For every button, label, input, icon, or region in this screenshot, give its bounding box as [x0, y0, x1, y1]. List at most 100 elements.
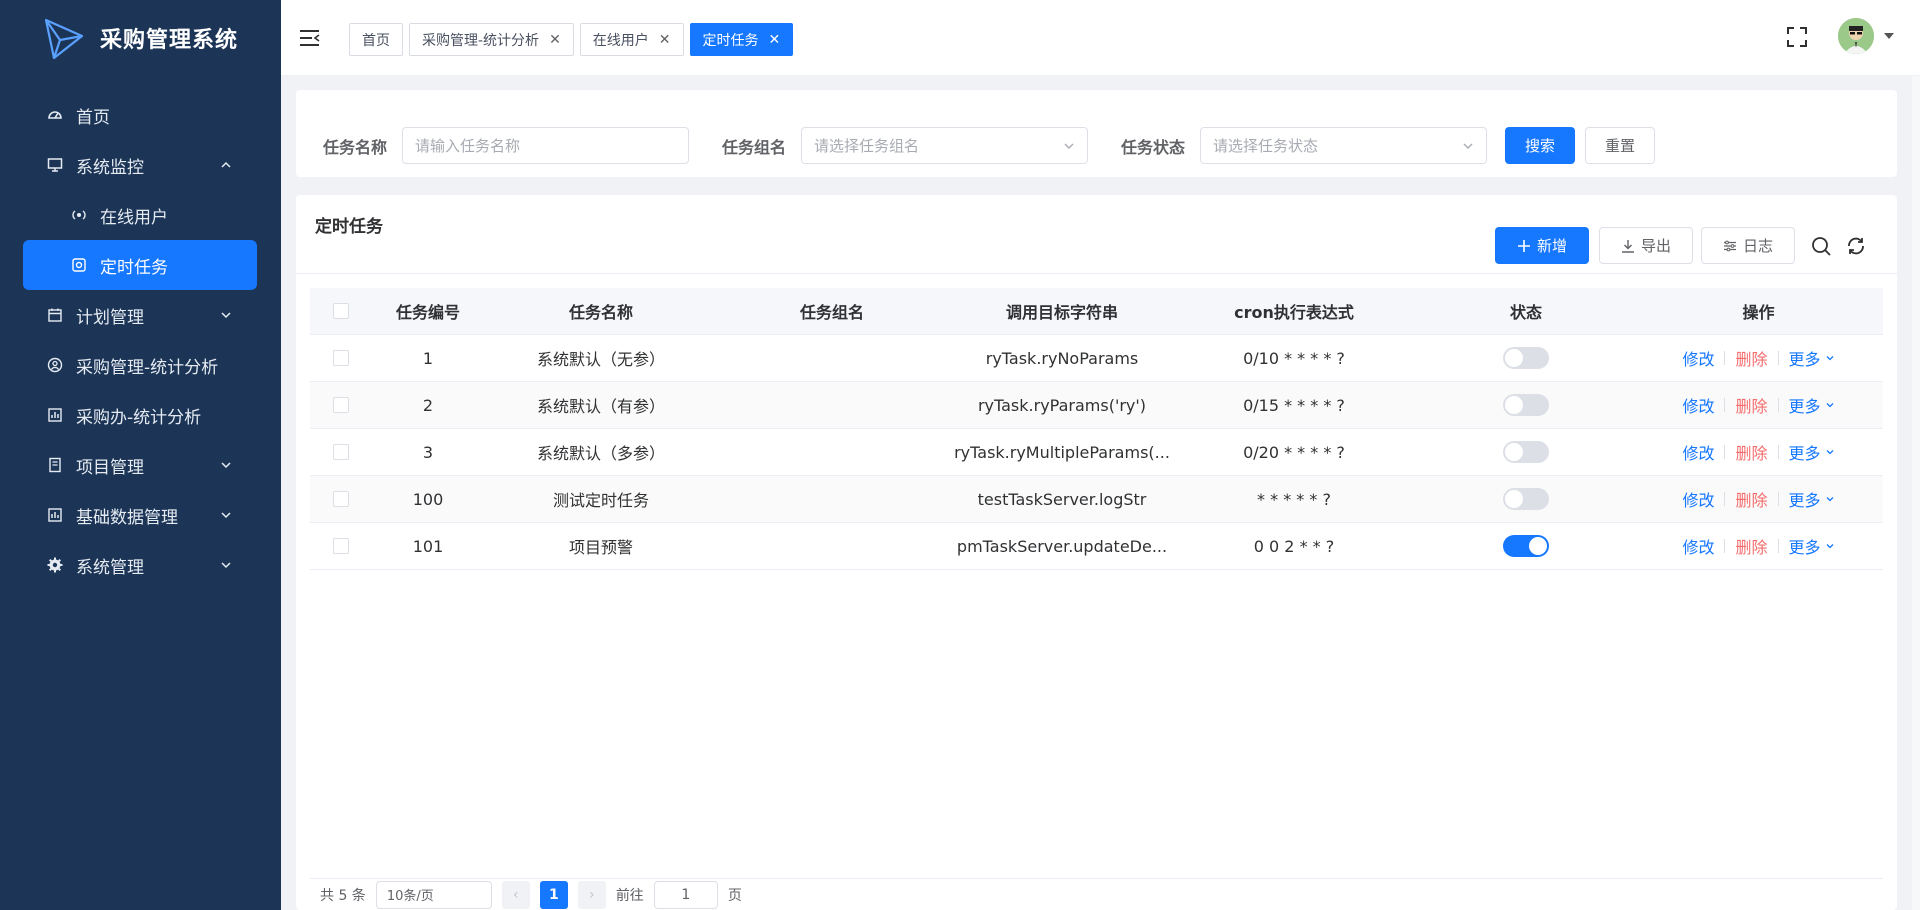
status-switch[interactable]: [1503, 347, 1549, 369]
edit-link[interactable]: 修改: [1682, 393, 1714, 417]
job-name-label: 任务名称: [323, 138, 388, 157]
refresh-icon[interactable]: [1845, 235, 1867, 257]
sidebar-item-home[interactable]: 首页: [0, 90, 281, 140]
caret-down-icon[interactable]: [1884, 33, 1894, 39]
more-label: 更多: [1788, 350, 1821, 369]
job-name-input[interactable]: 请输入任务名称: [402, 127, 689, 164]
status-switch[interactable]: [1503, 441, 1549, 463]
header-cell: 状态: [1509, 303, 1542, 322]
table-row: 2 系统默认（有参） ryTask.ryParams('ry') 0/15 * …: [310, 382, 1883, 429]
tab-online-users[interactable]: 在线用户 ✕: [579, 23, 684, 56]
sidebar-item-plan-management[interactable]: 计划管理: [0, 290, 281, 340]
edit-link[interactable]: 修改: [1682, 534, 1714, 558]
tab-procurement-stats[interactable]: 采购管理-统计分析 ✕: [409, 23, 574, 56]
edit-link[interactable]: 修改: [1682, 346, 1714, 370]
tab-label: 定时任务: [702, 32, 759, 49]
op-divider: [1724, 492, 1726, 506]
sidebar-item-online-users[interactable]: 在线用户: [0, 190, 281, 240]
chevron-up-icon: [221, 161, 231, 168]
next-page-button[interactable]: ›: [577, 880, 606, 909]
job-status-select[interactable]: 请选择任务状态: [1200, 127, 1487, 164]
op-divider: [1724, 351, 1726, 365]
goto-page-input[interactable]: 1: [653, 880, 718, 909]
sidebar-item-base-data[interactable]: 基础数据管理: [0, 490, 281, 540]
page-scrollbar[interactable]: [1912, 76, 1920, 910]
page-unit: 页: [727, 887, 742, 904]
close-icon[interactable]: ✕: [659, 32, 671, 48]
sidebar-item-system-management[interactable]: 系统管理: [0, 540, 281, 590]
more-dropdown[interactable]: 更多: [1789, 393, 1835, 417]
page-size-select[interactable]: 10条/页: [375, 880, 492, 909]
export-button[interactable]: 导出: [1599, 227, 1693, 264]
row-checkbox[interactable]: [333, 444, 349, 460]
sidebar-item-procurement-stats[interactable]: 采购管理-统计分析: [0, 340, 281, 390]
cell-job-id: 3: [422, 442, 434, 462]
delete-link[interactable]: 删除: [1735, 393, 1767, 417]
sidebar-item-project-management[interactable]: 项目管理: [0, 440, 281, 490]
edit-link[interactable]: 修改: [1682, 487, 1714, 511]
more-dropdown[interactable]: 更多: [1789, 487, 1835, 511]
sidebar-item-office-stats[interactable]: 采购办-统计分析: [0, 390, 281, 440]
select-all-checkbox[interactable]: [333, 303, 349, 319]
export-button-label: 导出: [1640, 237, 1671, 255]
calendar-icon: [46, 306, 64, 324]
cell-cron: 0 0 2 * * ?: [1253, 536, 1335, 556]
cell-cron: 0/10 * * * * ?: [1243, 348, 1345, 368]
search-button[interactable]: 搜索: [1505, 127, 1575, 164]
row-checkbox[interactable]: [333, 538, 349, 554]
row-checkbox[interactable]: [333, 350, 349, 366]
menu-toggle-icon[interactable]: [299, 28, 321, 48]
close-icon[interactable]: ✕: [549, 32, 561, 48]
job-table: 任务编号 任务名称 任务组名 调用目标字符串 cron执行表达式 状态 操作 1…: [310, 288, 1883, 570]
chevron-down-icon: [1826, 544, 1833, 549]
status-switch[interactable]: [1503, 488, 1549, 510]
prev-page-button[interactable]: ‹: [501, 880, 530, 909]
tab-home[interactable]: 首页: [349, 23, 403, 56]
chevron-down-icon: [1826, 403, 1833, 408]
table-row: 101 项目预警 pmTaskServer.updateDe... 0 0 2 …: [310, 523, 1883, 570]
monitor-icon: [46, 156, 64, 174]
delete-link[interactable]: 删除: [1735, 346, 1767, 370]
more-dropdown[interactable]: 更多: [1789, 346, 1835, 370]
status-switch[interactable]: [1503, 535, 1549, 557]
avatar[interactable]: [1838, 18, 1874, 54]
chevron-down-icon: [221, 512, 231, 519]
sidebar-item-label: 项目管理: [76, 457, 144, 478]
chevron-right-icon: ›: [589, 886, 595, 903]
sidebar-item-scheduled-jobs[interactable]: 定时任务: [23, 240, 257, 290]
header-cell-select: [310, 303, 372, 319]
cell-job-id: 1: [422, 348, 434, 368]
row-checkbox[interactable]: [333, 491, 349, 507]
log-button[interactable]: 日志: [1701, 227, 1795, 264]
more-dropdown[interactable]: 更多: [1789, 440, 1835, 464]
close-icon[interactable]: ✕: [769, 32, 781, 48]
more-label: 更多: [1788, 444, 1821, 463]
tab-scheduled-jobs[interactable]: 定时任务 ✕: [689, 23, 794, 56]
more-dropdown[interactable]: 更多: [1789, 534, 1835, 558]
sidebar-item-system-monitor[interactable]: 系统监控: [0, 140, 281, 190]
fullscreen-icon[interactable]: [1786, 26, 1808, 48]
search-form: 任务名称 请输入任务名称 任务组名 请选择任务组名 任务状态 请选择任务状态 搜…: [296, 90, 1897, 177]
cell-invoke-target: pmTaskServer.updateDe...: [956, 536, 1168, 556]
status-switch[interactable]: [1503, 394, 1549, 416]
delete-link[interactable]: 删除: [1735, 534, 1767, 558]
cell-select: [310, 397, 372, 413]
job-list-card: 定时任务 新增 导出 日志 任务编号 任务名称 任务组名 调用目标字符串 cro…: [296, 195, 1897, 910]
tab-label: 采购管理-统计分析: [422, 32, 540, 49]
reset-button[interactable]: 重置: [1585, 127, 1655, 164]
add-button[interactable]: 新增: [1495, 227, 1589, 264]
sidebar-item-label: 采购管理-统计分析: [76, 357, 219, 378]
tab-label: 首页: [362, 32, 390, 49]
row-checkbox[interactable]: [333, 397, 349, 413]
chevron-down-icon: [1463, 143, 1473, 149]
cell-job-name: 测试定时任务: [552, 491, 649, 510]
header-cell: 任务名称: [568, 303, 633, 322]
edit-link[interactable]: 修改: [1682, 440, 1714, 464]
delete-link[interactable]: 删除: [1735, 440, 1767, 464]
data-icon: [46, 506, 64, 524]
sidebar-item-label: 定时任务: [100, 257, 168, 278]
page-number[interactable]: 1: [539, 880, 568, 909]
delete-link[interactable]: 删除: [1735, 487, 1767, 511]
search-icon[interactable]: [1810, 235, 1832, 257]
job-group-select[interactable]: 请选择任务组名: [801, 127, 1088, 164]
